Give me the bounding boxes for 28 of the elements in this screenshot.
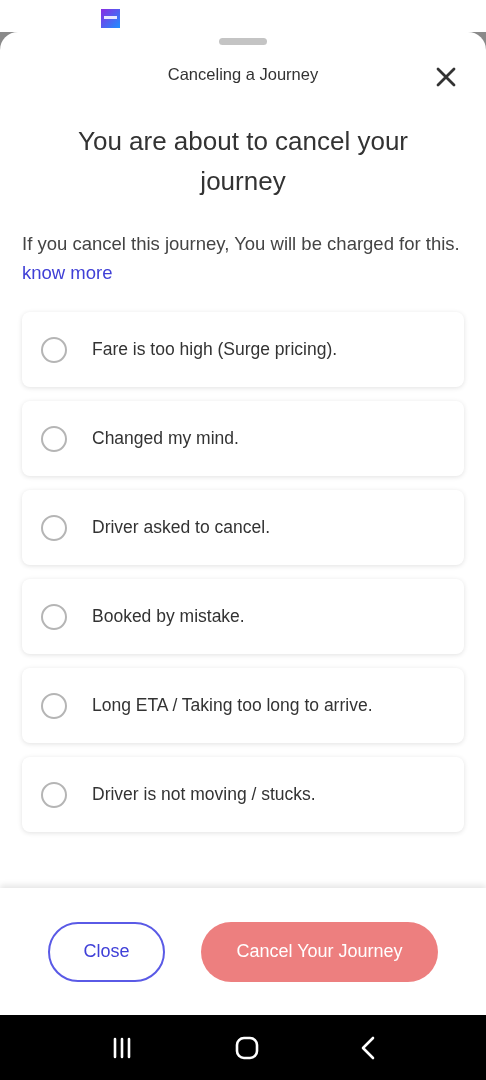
reason-label: Fare is too high (Surge pricing). [92,338,338,362]
heading: You are about to cancel your journey [76,125,410,198]
know-more-link[interactable]: know more [22,262,113,283]
reason-option[interactable]: Booked by mistake. [22,579,464,654]
radio-button[interactable] [41,781,67,808]
reason-option[interactable]: Driver asked to cancel. [22,490,464,565]
home-icon[interactable] [235,1035,259,1060]
close-button[interactable]: Close [48,921,165,982]
reason-label: Driver is not moving / stucks. [92,783,316,807]
reason-option[interactable]: Driver is not moving / stucks. [22,757,464,832]
sheet-title: Canceling a Journey [167,65,319,83]
radio-button[interactable] [41,336,67,363]
reason-option[interactable]: Long ETA / Taking too long to arrive. [22,668,464,743]
radio-button[interactable] [41,425,67,452]
reason-label: Long ETA / Taking too long to arrive. [92,694,373,718]
charge-notice: If you cancel this journey, You will be charged for this. know more [22,232,461,285]
drag-handle[interactable] [219,38,267,45]
reason-label: Booked by mistake. [92,605,245,629]
recent-apps-icon[interactable] [111,1036,133,1059]
reason-label: Changed my mind. [92,427,239,451]
radio-button[interactable] [41,692,67,719]
app-icon [101,9,120,29]
back-icon[interactable] [361,1035,375,1060]
reason-label: Driver asked to cancel. [92,516,270,540]
radio-button[interactable] [41,514,67,541]
reason-option[interactable]: Changed my mind. [22,401,464,476]
reason-option[interactable]: Fare is too high (Surge pricing). [22,312,464,387]
radio-button[interactable] [41,603,67,630]
